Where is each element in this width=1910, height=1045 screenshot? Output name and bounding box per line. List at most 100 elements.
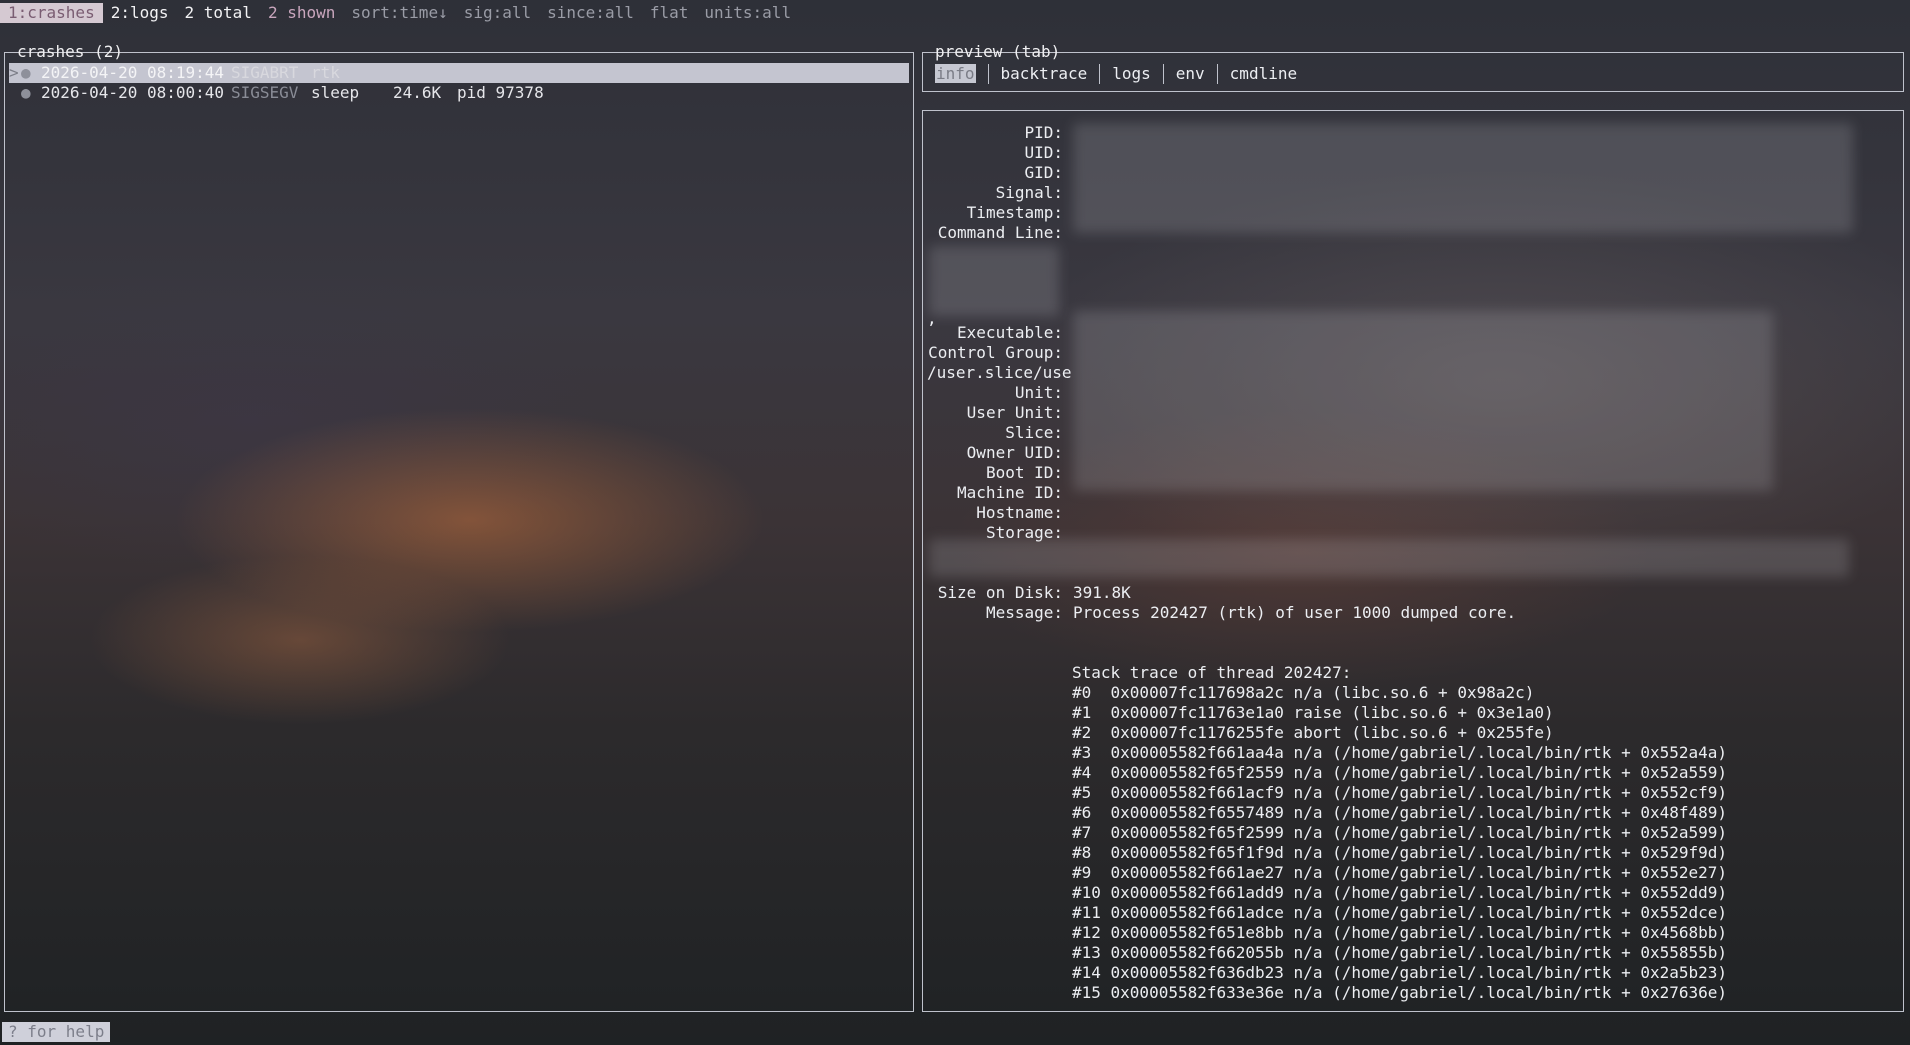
label-command-line: Command Line: — [937, 223, 1063, 242]
field-owner-uid: Owner UID: — [923, 443, 1063, 463]
shown-count: 2 shown — [267, 3, 336, 22]
stack-frame: #7 0x00005582f65f2599 n/a (/home/gabriel… — [1072, 823, 1728, 842]
field-timestamp: Timestamp: — [923, 203, 1063, 223]
label-machine-id: Machine ID: — [957, 483, 1063, 502]
stack-frame: #12 0x00005582f651e8bb n/a (/home/gabrie… — [1072, 923, 1728, 942]
label-storage: Storage: — [985, 523, 1063, 542]
redacted-values — [929, 539, 1849, 577]
field-executable: Executable: — [923, 323, 1063, 343]
tab-backtrace-label: backtrace — [1000, 64, 1088, 83]
stack-frame: #2 0x00007fc1176255fe abort (libc.so.6 +… — [1072, 723, 1554, 742]
field-gid: GID: — [923, 163, 1063, 183]
tab-logs[interactable]: 2:logs — [103, 3, 177, 23]
field-slice: Slice: — [923, 423, 1063, 443]
crash-row[interactable]: ● 2026-04-20 08:00:40 SIGSEGV sleep 24.6… — [9, 83, 909, 103]
label-signal: Signal: — [995, 183, 1063, 202]
units-filter[interactable]: units:all — [696, 3, 799, 23]
label-boot-id: Boot ID: — [985, 463, 1063, 482]
stack-trace-header: Stack trace of thread 202427: — [1072, 663, 1352, 682]
selection-cursor — [9, 83, 21, 103]
tab-env-label: env — [1175, 64, 1205, 83]
field-uid: UID: — [923, 143, 1063, 163]
crash-program: rtk — [311, 63, 340, 82]
tab-logs-preview[interactable]: logs — [1100, 64, 1164, 84]
help-hint[interactable]: ? for help — [2, 1022, 111, 1042]
stack-frame: #4 0x00005582f65f2559 n/a (/home/gabriel… — [1072, 763, 1728, 782]
crash-row[interactable]: > ● 2026-04-20 08:19:44 SIGABRT rtk — [9, 63, 909, 83]
tab-logs-label: logs — [1112, 64, 1151, 83]
stack-frame: #3 0x00005582f661aa4a n/a (/home/gabriel… — [1072, 743, 1728, 762]
label-timestamp: Timestamp: — [966, 203, 1063, 222]
status-dot-icon: ● — [21, 63, 31, 82]
tab-backtrace[interactable]: backtrace — [989, 64, 1101, 84]
crash-signal: SIGSEGV — [231, 83, 299, 102]
stack-frame: #5 0x00005582f661acf9 n/a (/home/gabriel… — [1072, 783, 1728, 802]
label-user-unit: User Unit: — [966, 403, 1063, 422]
crash-timestamp: 2026-04-20 08:00:40 — [41, 83, 225, 102]
field-message: Message: Process 202427 (rtk) of user 10… — [923, 603, 1516, 623]
label-slice: Slice: — [1005, 423, 1063, 442]
field-signal: Signal: — [923, 183, 1063, 203]
field-size-on-disk: Size on Disk: 391.8K — [923, 583, 1131, 603]
flat-toggle[interactable]: flat — [642, 3, 697, 23]
label-uid: UID: — [1024, 143, 1063, 162]
label-unit: Unit: — [1014, 383, 1063, 402]
value-size-on-disk: 391.8K — [1073, 583, 1131, 602]
status-dot-icon: ● — [21, 83, 31, 102]
stack-frame: #0 0x00007fc117698a2c n/a (libc.so.6 + 0… — [1072, 683, 1535, 702]
label-size-on-disk: Size on Disk: — [937, 583, 1063, 602]
field-pid: PID: — [923, 123, 1063, 143]
crash-pid: pid 97378 — [457, 83, 544, 102]
crash-signal: SIGABRT — [231, 63, 299, 82]
stack-frame: #11 0x00005582f661adce n/a (/home/gabrie… — [1072, 903, 1728, 922]
field-hostname: Hostname: — [923, 503, 1063, 523]
preview-tabs-panel: preview (tab) info backtrace logs env cm… — [922, 42, 1904, 92]
signal-filter[interactable]: sig:all — [456, 3, 539, 23]
tab-cmdline-label: cmdline — [1229, 64, 1298, 83]
field-boot-id: Boot ID: — [923, 463, 1063, 483]
label-control-group: Control Group: — [928, 343, 1063, 362]
crash-details-panel[interactable]: PID: UID: GID: Signal: Timestamp: Comman… — [922, 110, 1904, 1012]
crash-program: sleep — [311, 83, 360, 102]
redacted-values — [929, 246, 1059, 316]
label-gid: GID: — [1024, 163, 1063, 182]
stack-frame: #1 0x00007fc11763e1a0 raise (libc.so.6 +… — [1072, 703, 1554, 722]
field-command-line: Command Line: — [923, 223, 1063, 243]
tab-crashes[interactable]: 1:crashes — [0, 3, 103, 23]
field-storage: Storage: — [923, 523, 1063, 543]
tab-cmdline[interactable]: cmdline — [1218, 64, 1309, 84]
stack-frame: #14 0x00005582f636db23 n/a (/home/gabrie… — [1072, 963, 1728, 982]
tab-info[interactable]: info — [935, 64, 989, 84]
since-filter[interactable]: since:all — [539, 3, 642, 23]
label-executable: Executable: — [957, 323, 1063, 342]
preview-panel-title: preview (tab) — [931, 42, 1065, 62]
crash-timestamp: 2026-04-20 08:19:44 — [41, 63, 225, 82]
selection-cursor: > — [9, 63, 19, 82]
label-hostname: Hostname: — [976, 503, 1063, 522]
redacted-values — [1073, 123, 1853, 233]
stack-frame: #8 0x00005582f65f1f9d n/a (/home/gabriel… — [1072, 843, 1728, 862]
field-machine-id: Machine ID: — [923, 483, 1063, 503]
crash-pid — [457, 63, 577, 83]
stack-frame: #15 0x00005582f633e36e n/a (/home/gabrie… — [1072, 983, 1728, 1002]
crashes-panel-title: crashes (2) — [13, 42, 127, 62]
label-owner-uid: Owner UID: — [966, 443, 1063, 462]
stack-frame: #10 0x00005582f661add9 n/a (/home/gabrie… — [1072, 883, 1728, 902]
field-unit: Unit: — [923, 383, 1063, 403]
stack-frame: #9 0x00005582f661ae27 n/a (/home/gabriel… — [1072, 863, 1728, 882]
sort-filter[interactable]: sort:time↓ — [343, 3, 455, 23]
field-user-unit: User Unit: — [923, 403, 1063, 423]
field-control-group: Control Group: — [923, 343, 1063, 363]
label-pid: PID: — [1024, 123, 1063, 142]
value-message: Process 202427 (rtk) of user 1000 dumped… — [1073, 603, 1517, 622]
top-status-bar: 1:crashes 2:logs 2 total 2 shown sort:ti… — [0, 2, 799, 24]
crash-size: 24.6K — [393, 83, 442, 102]
tab-env[interactable]: env — [1164, 64, 1218, 84]
tab-info-label: info — [935, 64, 976, 83]
redacted-values — [1073, 311, 1773, 491]
label-message: Message: — [985, 603, 1063, 622]
stack-frame: #13 0x00005582f662055b n/a (/home/gabrie… — [1072, 943, 1728, 962]
crash-size — [393, 63, 457, 83]
preview-tabs: info backtrace logs env cmdline — [935, 64, 1309, 84]
crashes-panel: crashes (2) > ● 2026-04-20 08:19:44 SIGA… — [4, 42, 914, 1012]
